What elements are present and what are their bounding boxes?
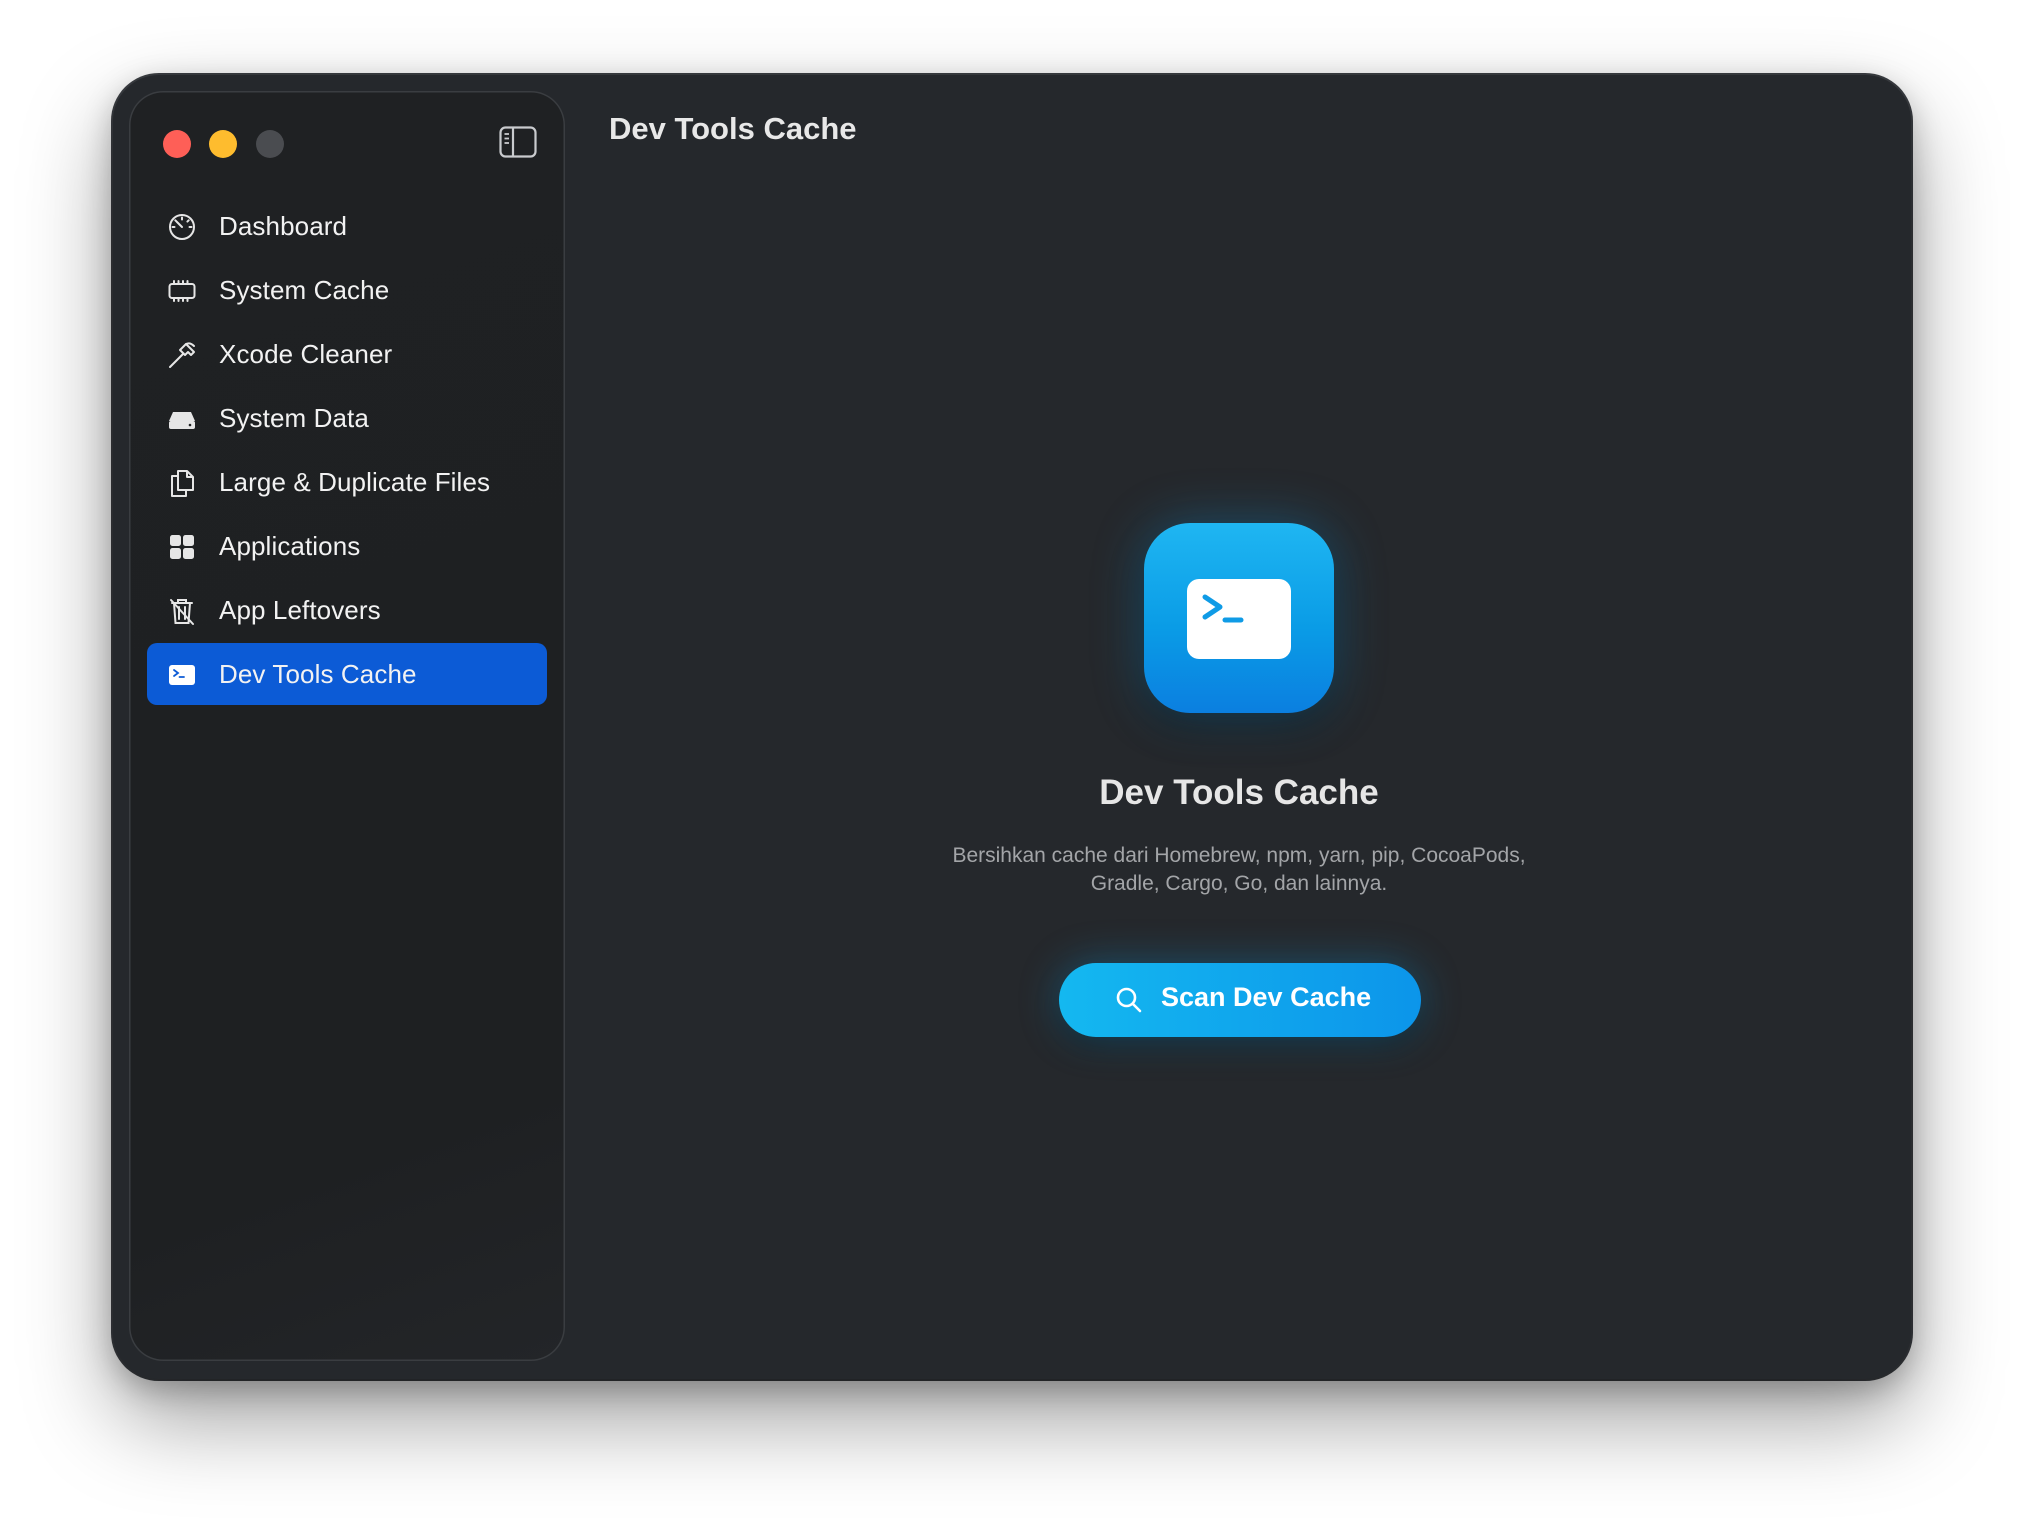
scan-button-label: Scan Dev Cache [1161, 982, 1372, 1012]
sidebar-item-dev-tools-cache[interactable]: Dev Tools Cache [147, 643, 547, 705]
sidebar-item-label: App Leftovers [219, 594, 381, 625]
sidebar-item-label: Xcode Cleaner [219, 338, 393, 369]
sidebar-item-label: Dev Tools Cache [219, 658, 417, 689]
sidebar-item-app-leftovers[interactable]: App Leftovers [147, 579, 547, 641]
hammer-icon [167, 340, 197, 370]
sidebar-item-label: Applications [219, 530, 361, 561]
search-icon [1115, 986, 1143, 1014]
terminal-icon [1144, 523, 1334, 713]
hero-description-line: Bersihkan cache dari Homebrew, npm, yarn… [952, 844, 1526, 867]
internal-drive-icon [167, 404, 197, 434]
memory-chip-icon [167, 276, 197, 306]
sidebar-item-large-duplicate-files[interactable]: Large & Duplicate Files [147, 451, 547, 513]
terminal-icon [167, 660, 197, 690]
sidebar-item-label: Dashboard [219, 210, 348, 241]
app-grid-icon [167, 532, 197, 562]
sidebar-toggle-button[interactable] [499, 126, 537, 158]
documents-icon [167, 468, 197, 498]
trash-slash-icon [167, 596, 197, 626]
sidebar: Dashboard System Cache Xcode Cleaner Sys… [129, 91, 565, 1361]
hero-description-line: Gradle, Cargo, Go, dan lainnya. [1090, 872, 1388, 895]
scan-dev-cache-button[interactable]: Scan Dev Cache [1059, 963, 1421, 1037]
hero-title: Dev Tools Cache [1099, 773, 1379, 812]
sidebar-nav: Dashboard System Cache Xcode Cleaner Sys… [147, 195, 547, 707]
app-window: Dashboard System Cache Xcode Cleaner Sys… [113, 75, 1911, 1379]
sidebar-toggle-icon [499, 126, 537, 158]
hero-description: Bersihkan cache dari Homebrew, npm, yarn… [889, 842, 1589, 898]
close-window-button[interactable] [163, 130, 191, 158]
sidebar-item-system-data[interactable]: System Data [147, 387, 547, 449]
page-title: Dev Tools Cache [609, 111, 857, 146]
sidebar-item-label: System Data [219, 402, 369, 433]
minimize-window-button[interactable] [209, 130, 237, 158]
zoom-window-button[interactable] [256, 130, 284, 158]
sidebar-item-applications[interactable]: Applications [147, 515, 547, 577]
sidebar-item-label: System Cache [219, 274, 390, 305]
sidebar-item-dashboard[interactable]: Dashboard [147, 195, 547, 257]
gauge-icon [167, 212, 197, 242]
sidebar-item-xcode-cleaner[interactable]: Xcode Cleaner [147, 323, 547, 385]
sidebar-item-label: Large & Duplicate Files [219, 466, 491, 497]
sidebar-item-system-cache[interactable]: System Cache [147, 259, 547, 321]
